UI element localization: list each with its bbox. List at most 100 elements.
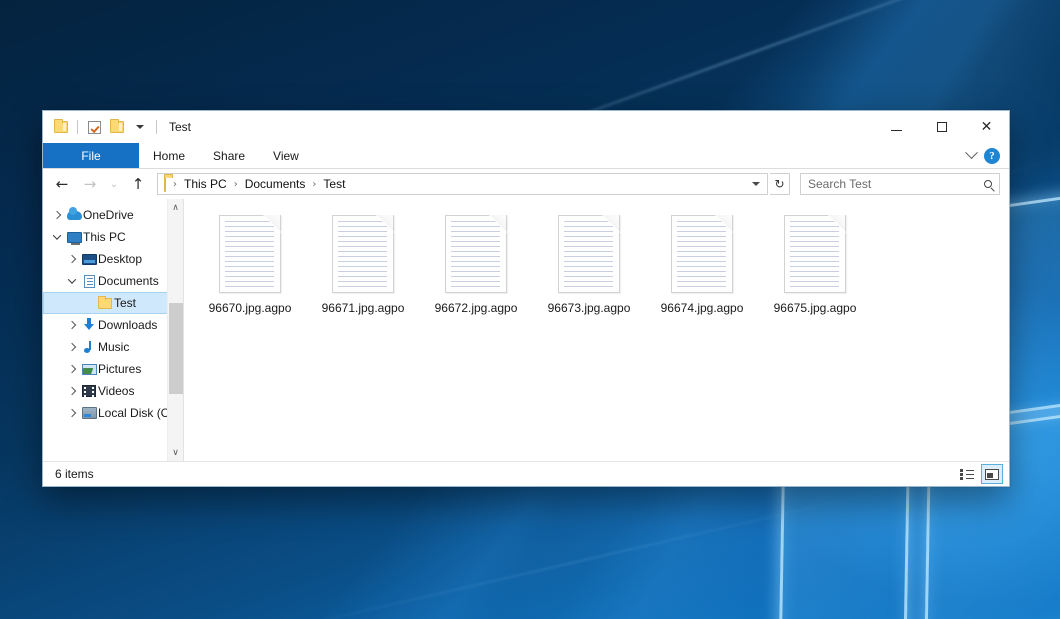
- chevron-right-icon[interactable]: [64, 256, 80, 262]
- file-item[interactable]: 96671.jpg.agpo: [315, 213, 411, 315]
- breadcrumb-item-test[interactable]: Test: [321, 177, 347, 191]
- search-placeholder: Search Test: [808, 177, 984, 191]
- scrollbar-thumb[interactable]: [169, 303, 183, 394]
- sidebar-item-videos[interactable]: Videos: [43, 380, 183, 402]
- tab-view[interactable]: View: [259, 143, 313, 168]
- sidebar-item-desktop[interactable]: Desktop: [43, 248, 183, 270]
- quick-access-toolbar: [51, 117, 160, 137]
- pc-icon: [65, 232, 83, 243]
- generic-document-icon: [445, 215, 507, 293]
- tab-share[interactable]: Share: [199, 143, 259, 168]
- sidebar-item-label: OneDrive: [83, 208, 134, 222]
- file-name-label: 96674.jpg.agpo: [661, 301, 744, 315]
- forward-button[interactable]: →: [77, 172, 103, 196]
- chevron-down-icon[interactable]: [965, 146, 978, 159]
- details-view-button[interactable]: [956, 464, 978, 484]
- breadcrumb-folder-icon: [164, 177, 166, 191]
- chevron-right-icon[interactable]: [49, 212, 65, 218]
- cloud-icon: [65, 211, 83, 220]
- documents-icon: [80, 275, 98, 288]
- breadcrumb[interactable]: › This PC › Documents › Test: [157, 173, 768, 195]
- sidebar-item-music[interactable]: Music: [43, 336, 183, 358]
- help-icon[interactable]: ?: [984, 148, 1000, 164]
- sidebar-item-pictures[interactable]: Pictures: [43, 358, 183, 380]
- sidebar-item-this-pc[interactable]: This PC: [43, 226, 183, 248]
- wallpaper-light-ray: [190, 470, 970, 619]
- address-dropdown-icon[interactable]: [752, 182, 760, 186]
- file-explorer-window: Test ✕ File Home Share View ? ← → ⌄ ↑: [42, 110, 1010, 487]
- chevron-right-icon[interactable]: [64, 322, 80, 328]
- chevron-right-icon[interactable]: [64, 388, 80, 394]
- sidebar-item-local-disk-c[interactable]: Local Disk (C:): [43, 402, 183, 424]
- close-button[interactable]: ✕: [964, 111, 1009, 143]
- file-item[interactable]: 96672.jpg.agpo: [428, 213, 524, 315]
- breadcrumb-item-this-pc[interactable]: This PC: [182, 177, 229, 191]
- scroll-up-button[interactable]: ∧: [168, 199, 184, 216]
- properties-icon[interactable]: [84, 117, 104, 137]
- generic-document-icon: [332, 215, 394, 293]
- toolbar-divider: [77, 120, 78, 134]
- search-input[interactable]: Search Test: [800, 173, 1000, 195]
- back-button[interactable]: ←: [49, 172, 75, 196]
- chevron-down-icon[interactable]: [130, 117, 150, 137]
- sidebar-item-label: Downloads: [98, 318, 157, 332]
- details-view-icon: [960, 469, 974, 480]
- generic-document-icon: [671, 215, 733, 293]
- sidebar-item-documents[interactable]: Documents: [43, 270, 183, 292]
- sidebar-item-label: Videos: [98, 384, 134, 398]
- desktop-background: Test ✕ File Home Share View ? ← → ⌄ ↑: [0, 0, 1060, 619]
- minimize-button[interactable]: [874, 111, 919, 143]
- sidebar-item-onedrive[interactable]: OneDrive: [43, 204, 183, 226]
- videos-icon: [80, 385, 98, 397]
- generic-document-icon: [219, 215, 281, 293]
- sidebar-item-label: Local Disk (C:): [98, 406, 177, 420]
- item-count-label: 6 items: [55, 467, 94, 481]
- download-icon: [80, 318, 98, 332]
- recent-locations-button[interactable]: ⌄: [105, 172, 123, 196]
- sidebar-item-label: Test: [114, 296, 136, 310]
- navigation-scrollbar[interactable]: ∧ ∨: [167, 199, 183, 461]
- chevron-right-icon[interactable]: [64, 366, 80, 372]
- view-mode-buttons: [956, 464, 1003, 484]
- generic-document-icon: [784, 215, 846, 293]
- file-item[interactable]: 96674.jpg.agpo: [654, 213, 750, 315]
- up-button[interactable]: ↑: [125, 172, 151, 196]
- breadcrumb-item-documents[interactable]: Documents: [243, 177, 308, 191]
- address-bar: ← → ⌄ ↑ › This PC › Documents › Test ↻ S…: [43, 169, 1009, 199]
- tab-home[interactable]: Home: [139, 143, 199, 168]
- window-body: OneDrive This PC Desktop Documents Test Downl…: [43, 199, 1009, 461]
- status-bar: 6 items: [43, 461, 1009, 486]
- refresh-button[interactable]: ↻: [770, 173, 790, 195]
- ribbon-tab-bar: File Home Share View ?: [43, 143, 1009, 169]
- chevron-down-icon[interactable]: [64, 278, 80, 284]
- scroll-down-button[interactable]: ∨: [168, 444, 184, 461]
- file-item[interactable]: 96675.jpg.agpo: [767, 213, 863, 315]
- file-name-label: 96672.jpg.agpo: [435, 301, 518, 315]
- folder-icon[interactable]: [51, 117, 71, 137]
- file-list-pane[interactable]: 96670.jpg.agpo96671.jpg.agpo 96672.jpg.ag…: [184, 199, 1009, 461]
- breadcrumb-separator[interactable]: ›: [307, 179, 321, 190]
- sidebar-item-test[interactable]: Test: [43, 292, 183, 314]
- toolbar-divider: [156, 120, 157, 134]
- scrollbar-track[interactable]: [168, 216, 184, 444]
- generic-document-icon: [558, 215, 620, 293]
- file-name-label: 96673.jpg.agpo: [548, 301, 631, 315]
- sidebar-item-label: This PC: [83, 230, 126, 244]
- chevron-right-icon[interactable]: [64, 410, 80, 416]
- breadcrumb-separator[interactable]: ›: [229, 179, 243, 190]
- new-folder-icon[interactable]: [107, 117, 127, 137]
- large-icons-view-button[interactable]: [981, 464, 1003, 484]
- sidebar-item-label: Music: [98, 340, 129, 354]
- breadcrumb-separator[interactable]: ›: [168, 179, 182, 190]
- chevron-down-icon[interactable]: [49, 234, 65, 240]
- chevron-right-icon[interactable]: [64, 344, 80, 350]
- tab-file[interactable]: File: [43, 143, 139, 168]
- search-icon[interactable]: [984, 180, 992, 188]
- sidebar-item-label: Documents: [98, 274, 159, 288]
- ribbon-right-controls: ?: [967, 143, 1009, 168]
- sidebar-item-downloads[interactable]: Downloads: [43, 314, 183, 336]
- folder-icon: [96, 298, 114, 309]
- file-item[interactable]: 96670.jpg.agpo: [202, 213, 298, 315]
- maximize-button[interactable]: [919, 111, 964, 143]
- file-item[interactable]: 96673.jpg.agpo: [541, 213, 637, 315]
